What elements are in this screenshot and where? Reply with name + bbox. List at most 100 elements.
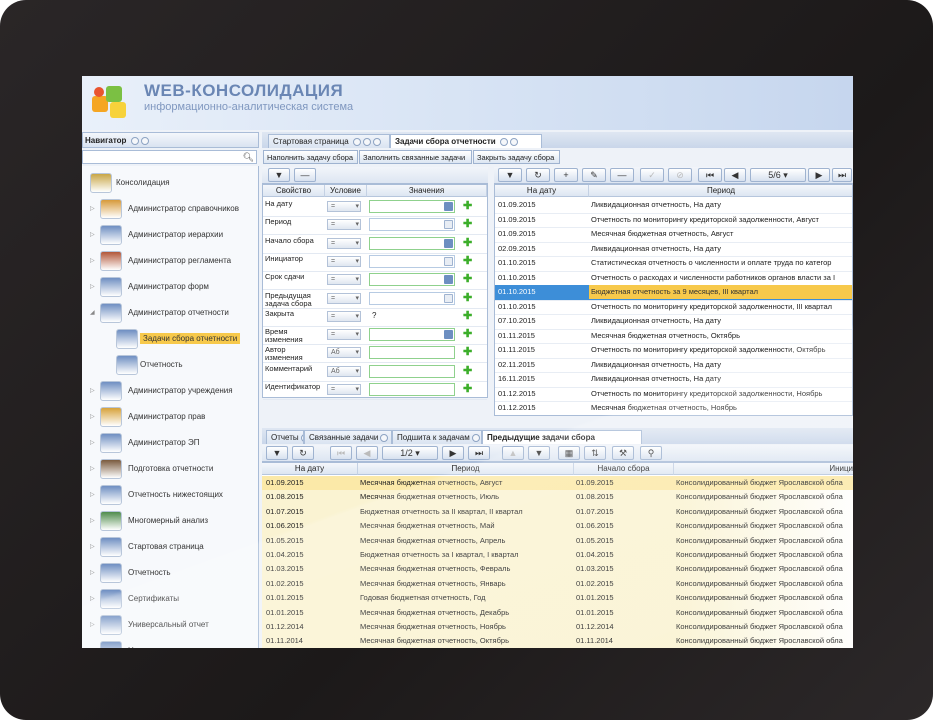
tab-detail[interactable]: Отчеты xyxy=(266,430,304,444)
move-up-icon[interactable]: ▲ xyxy=(502,446,524,460)
remove-filter-icon[interactable]: — xyxy=(294,168,316,182)
table-row[interactable]: 01.12.2014 Месячная бюджетная отчетность,… xyxy=(262,620,853,636)
filter-icon[interactable]: ▼ xyxy=(266,446,288,460)
add-condition-icon[interactable]: ✚ xyxy=(463,292,472,304)
add-condition-icon[interactable]: ✚ xyxy=(463,255,472,267)
table-row[interactable]: 01.07.2015 Бюджетная отчетность за II ква… xyxy=(262,504,853,521)
table-row[interactable]: 01.09.2015 Месячная бюджетная отчетность,… xyxy=(495,227,852,243)
delete-icon[interactable]: — xyxy=(610,168,634,182)
condition-select[interactable]: Аб ▾ xyxy=(327,365,361,377)
nav-item[interactable]: ▷ Администратор ЭП xyxy=(82,432,258,454)
nav-item[interactable]: Задачи сбора отчетности xyxy=(82,328,258,350)
add-icon[interactable]: + xyxy=(554,168,578,182)
prev-page-icon[interactable]: ◀ xyxy=(724,168,746,182)
move-down-icon[interactable]: ▼ xyxy=(528,446,550,460)
first-page-icon[interactable]: ⏮︎ xyxy=(698,168,722,182)
fill-related-button[interactable]: Заполнить связанные задачи xyxy=(359,150,472,164)
add-condition-icon[interactable]: ✚ xyxy=(463,310,472,322)
nav-item[interactable]: ▷ Отчетность xyxy=(82,562,258,584)
close-icon[interactable] xyxy=(471,433,480,442)
expand-arrow-icon[interactable]: ▷ xyxy=(90,387,95,394)
minimize-icon[interactable] xyxy=(140,136,149,145)
nav-item[interactable]: ▷ Сертификаты xyxy=(82,588,258,610)
expand-arrow-icon[interactable]: ▷ xyxy=(90,647,95,648)
nav-item[interactable]: ▷ Администратор прав xyxy=(82,406,258,428)
table-row[interactable]: 01.03.2015 Месячная бюджетная отчетность,… xyxy=(262,562,853,578)
close-task-button[interactable]: Закрыть задачу сбора xyxy=(473,150,560,164)
nav-item[interactable]: ▷ Стартовая страница xyxy=(82,536,258,558)
table-row[interactable]: 07.10.2015 Ликвидационная отчетность, На … xyxy=(495,314,852,330)
confirm-icon[interactable]: ✓ xyxy=(640,168,664,182)
table-row[interactable]: 01.11.2014 Месячная бюджетная отчетность,… xyxy=(262,634,853,648)
tab-collection-tasks[interactable]: Задачи сбора отчетности xyxy=(390,134,542,148)
table-row[interactable]: 01.01.2015 Месячная бюджетная отчетность,… xyxy=(262,605,853,621)
navigator-search-input[interactable]: 🔍︎ xyxy=(82,150,257,164)
edit-icon[interactable]: ✎ xyxy=(582,168,606,182)
filter-value-field[interactable] xyxy=(369,328,455,342)
filter-value-field[interactable] xyxy=(369,291,455,305)
close-icon[interactable] xyxy=(509,137,518,146)
condition-select[interactable]: = ▾ xyxy=(327,274,361,286)
filter-icon[interactable]: ▼ xyxy=(498,168,522,182)
expand-arrow-icon[interactable]: ▷ xyxy=(90,283,95,290)
table-row[interactable]: 01.12.2015 Месячная бюджетная отчетность,… xyxy=(495,401,852,415)
close-icon[interactable] xyxy=(372,137,381,146)
filter-value-field[interactable] xyxy=(369,383,455,396)
expand-arrow-icon[interactable]: ▷ xyxy=(90,491,95,498)
condition-select[interactable]: = ▾ xyxy=(327,384,361,395)
expand-arrow-icon[interactable]: ▷ xyxy=(90,205,95,212)
grid-col-header[interactable]: На дату xyxy=(262,463,358,475)
nav-item[interactable]: Отчетность xyxy=(82,354,258,376)
nav-item[interactable]: ◢ Администратор отчетности xyxy=(82,302,258,324)
table-row[interactable]: 16.11.2015 Ликвидационная отчетность, На … xyxy=(495,372,852,388)
grid-col-header[interactable]: Начало сбора xyxy=(574,463,674,475)
add-condition-icon[interactable]: ✚ xyxy=(463,329,472,340)
nav-item[interactable]: ▷ Администратор форм xyxy=(82,276,258,298)
nav-item[interactable]: Консолидация xyxy=(82,172,258,194)
table-row[interactable]: 01.10.2015 Статистическая отчетность о чи… xyxy=(495,256,852,272)
grid-col-header[interactable]: Период xyxy=(358,463,574,475)
page-selector[interactable]: 1/2 ▾ xyxy=(382,446,438,460)
add-condition-icon[interactable]: ✚ xyxy=(463,274,472,285)
last-page-icon[interactable]: ⏭︎ xyxy=(832,168,852,182)
tab-detail[interactable]: Предыдущие задачи сбора xyxy=(482,430,642,444)
columns-icon[interactable]: ▦ xyxy=(558,446,580,460)
tab-start-page[interactable]: Стартовая страница xyxy=(268,134,390,148)
nav-item[interactable]: ▷ Администратор иерархии xyxy=(82,224,258,246)
table-row[interactable]: 01.12.2015 Отчетность по мониторингу кред… xyxy=(495,387,852,402)
refresh-icon[interactable]: ↻ xyxy=(292,446,314,460)
condition-select[interactable]: = ▾ xyxy=(327,310,361,322)
nav-item[interactable]: ▷ Отчетность нижестоящих xyxy=(82,484,258,506)
table-row[interactable]: 01.09.2015 Отчетность по мониторингу кред… xyxy=(495,213,852,228)
calendar-icon[interactable] xyxy=(444,275,453,285)
table-row[interactable]: 01.10.2015 Отчетность о расходах и числен… xyxy=(495,271,852,286)
table-row[interactable]: 01.02.2015 Месячная бюджетная отчетность,… xyxy=(262,576,853,593)
dropdown-icon[interactable] xyxy=(444,220,453,230)
export-icon[interactable]: ⇅ xyxy=(584,446,606,460)
calendar-icon[interactable] xyxy=(444,202,453,211)
filter-value-field[interactable]: ? xyxy=(369,309,455,323)
tab-detail[interactable]: Связанные задачи xyxy=(304,430,392,444)
table-row[interactable]: 01.05.2015 Месячная бюджетная отчетность,… xyxy=(262,533,853,549)
restore-icon[interactable] xyxy=(130,136,139,145)
refresh-icon[interactable]: ↻ xyxy=(526,168,550,182)
add-condition-icon[interactable]: ✚ xyxy=(463,347,472,358)
expand-arrow-icon[interactable]: ▷ xyxy=(90,413,95,420)
condition-select[interactable]: Аб ▾ xyxy=(327,347,361,359)
expand-arrow-icon[interactable]: ▷ xyxy=(90,543,95,550)
search-icon[interactable]: ⚲ xyxy=(640,446,662,460)
lookup-icon[interactable] xyxy=(444,256,453,266)
next-page-icon[interactable]: ▶ xyxy=(442,446,464,460)
table-row[interactable]: 02.09.2015 Ликвидационная отчетность, На … xyxy=(495,242,852,257)
filter-value-field[interactable] xyxy=(369,218,455,232)
condition-select[interactable]: = ▾ xyxy=(327,201,361,212)
table-row[interactable]: 01.09.2015 Ликвидационная отчетность, На … xyxy=(495,198,852,214)
table-row[interactable]: 01.10.2015 Бюджетная отчетность за 9 меся… xyxy=(495,285,852,301)
condition-select[interactable]: = ▾ xyxy=(327,219,361,231)
expand-arrow-icon[interactable]: ▷ xyxy=(90,595,95,602)
expand-arrow-icon[interactable]: ▷ xyxy=(90,257,95,264)
next-page-icon[interactable]: ▶ xyxy=(808,168,830,182)
add-condition-icon[interactable]: ✚ xyxy=(463,384,472,395)
expand-arrow-icon[interactable]: ▷ xyxy=(90,569,95,576)
close-icon[interactable] xyxy=(380,433,389,442)
